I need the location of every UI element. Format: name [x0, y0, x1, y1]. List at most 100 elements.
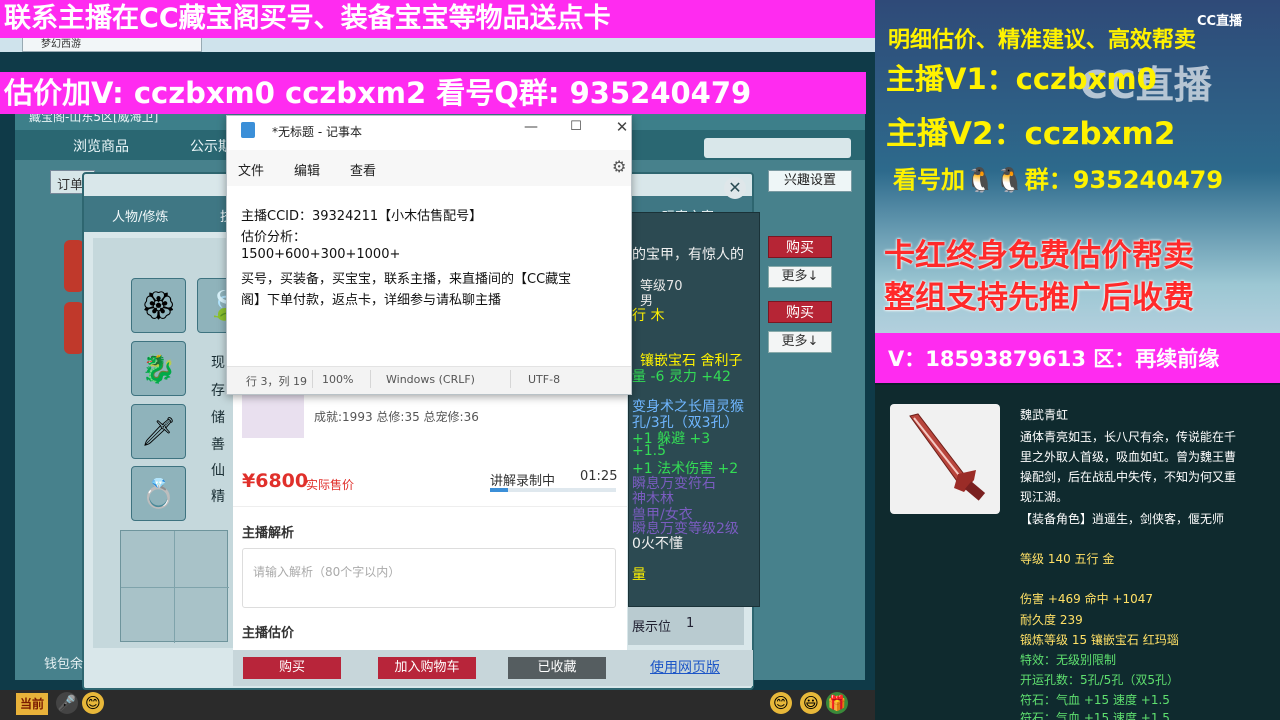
attribute-label: 现 [211, 355, 225, 371]
promo-line: 整组支持先推广后收费 [884, 280, 1194, 316]
screen: 梦幻西游 藏宝阁-山东5区[威海卫] 浏览商品 公示期 订单 兴趣设置 人物/修… [0, 0, 1280, 720]
notepad-line[interactable]: 阁】下单付款，返点卡，详细参与请私聊主播 [241, 289, 501, 308]
promo-line: 卡红终身免费估价帮卖 [884, 238, 1194, 274]
cc-logo: CC直播 [1197, 14, 1243, 29]
wallet-label: 钱包余 [44, 657, 84, 672]
close-icon[interactable]: ✕ [612, 118, 632, 136]
notepad-icon [241, 122, 255, 138]
line-ending: Windows (CRLF) [386, 373, 475, 386]
info-text: 0火不懂 [632, 536, 683, 552]
minimize-icon[interactable]: — [521, 119, 541, 135]
sword-icon [890, 404, 1000, 514]
maximize-icon[interactable]: ☐ [566, 119, 586, 134]
item-role: 【装备角色】逍遥生，剑侠客，偃无师 [1020, 512, 1225, 526]
notepad-line[interactable]: 1500+600+300+1000+ [241, 247, 400, 262]
tab-character[interactable]: 人物/修炼 [112, 206, 168, 225]
item-description: 操配剑，后在战乱中失传，不知为何又重 [1020, 470, 1237, 484]
add-to-cart-button[interactable]: 加入购物车 [378, 657, 476, 679]
buy-button[interactable]: 购买 [768, 236, 832, 258]
emoji-icon[interactable]: 😊 [82, 692, 104, 714]
item-description: 现江湖。 [1020, 490, 1069, 504]
inventory-grid[interactable] [120, 530, 229, 643]
nav-browse-goods[interactable]: 浏览商品 [73, 136, 129, 156]
info-text: 的宝甲，有惊人的 [632, 247, 744, 263]
analysis-title: 主播解析 [242, 526, 295, 541]
item-rune: 符石：气血 +15 速度 +1.5 [1020, 711, 1170, 720]
divider [510, 370, 511, 388]
recording-time: 01:25 [580, 469, 618, 484]
menu-view[interactable]: 查看 [350, 160, 376, 179]
notepad-line[interactable]: 买号，买装备，买宝宝，联系主播，来直播间的【CC藏宝 [241, 268, 631, 287]
recording-label: 讲解录制中 [490, 474, 556, 489]
equipment-slot-blade[interactable]: 🗡 [131, 404, 186, 459]
info-text: 量 [632, 567, 646, 583]
recording-progress-fill [490, 488, 508, 492]
current-channel-button[interactable]: 当前 [16, 693, 48, 715]
more-button[interactable]: 更多↓ [768, 266, 832, 288]
info-stat: 量 -6 灵力 +42 [632, 369, 731, 385]
item-name: 魏武青虹 [1020, 408, 1069, 422]
favorited-button[interactable]: 已收藏 [508, 657, 606, 679]
attribute-label: 善 [211, 437, 225, 453]
game-taskbar [0, 690, 875, 720]
gift-icon[interactable]: 🎁 [826, 692, 848, 714]
item-holes: 开运孔数：5孔/5孔（双5孔） [1020, 673, 1179, 687]
divider [312, 370, 313, 388]
microphone-icon[interactable]: 🎤 [56, 692, 78, 714]
cursor-position: 行 3，列 19 [246, 375, 307, 388]
avatar[interactable] [64, 302, 84, 354]
streamer-slogan: 明细估价、精准建议、高效帮卖 [888, 28, 1197, 53]
item-special: 特效：无级别限制 [1020, 653, 1117, 667]
notepad-menubar [227, 150, 631, 186]
more-button[interactable]: 更多↓ [768, 331, 832, 353]
info-stat: +1.5 [632, 443, 666, 459]
gear-icon[interactable]: ⚙ [612, 157, 626, 176]
streamer-contact-v1: 主播V1：cczbxm0 [886, 62, 1157, 96]
info-element: 行 木 [632, 308, 665, 324]
recording-progress [490, 488, 616, 492]
attribute-label: 精 [211, 489, 225, 505]
equipment-slot-bracelet[interactable]: 💍 [131, 466, 186, 521]
buy-button[interactable]: 购买 [768, 301, 832, 323]
equipment-slot-ring[interactable]: 🏵 [131, 278, 186, 333]
browser-tab[interactable]: 梦幻西游 [22, 37, 202, 52]
close-icon[interactable]: ✕ [724, 177, 746, 199]
emoji-icon[interactable]: 😊 [770, 692, 792, 714]
price-label: 实际售价 [306, 478, 355, 492]
interest-settings-button[interactable]: 兴趣设置 [768, 170, 852, 192]
attribute-label: 仙 [211, 463, 225, 479]
avatar [242, 390, 304, 438]
emoji-icon[interactable]: 😃 [800, 692, 822, 714]
price: ¥6800 [242, 470, 309, 492]
item-rune: 符石：气血 +15 速度 +1.5 [1020, 693, 1170, 707]
use-web-version-link[interactable]: 使用网页版 [650, 657, 720, 679]
divider [370, 370, 371, 388]
attribute-label: 存 [211, 383, 225, 399]
divider [233, 506, 627, 507]
notepad-line[interactable]: 主播CCID：39324211【小木估售配号】 [241, 205, 482, 224]
item-description: 里之外取人首级，吸血如虹。曾为魏王曹 [1020, 450, 1237, 464]
equipment-slot-armor[interactable]: 🐉 [131, 341, 186, 396]
item-damage: 伤害 +469 命中 +1047 [1020, 592, 1153, 606]
character-stats: 成就:1993 总修:35 总宠修:36 [314, 410, 479, 424]
qq-group: 看号加🐧🐧群：935240479 [893, 166, 1224, 194]
contact-banner: 估价加V: cczbxm0 cczbxm2 看号Q群: 935240479 [0, 72, 866, 114]
item-forge: 锻炼等级 15 镶嵌宝石 红玛瑙 [1020, 633, 1179, 647]
analysis-input[interactable]: 请输入解析（80个字以内） [242, 548, 616, 608]
phone-server-info: V：18593879613 区：再续前缘 [888, 347, 1220, 371]
menu-file[interactable]: 文件 [238, 160, 264, 179]
streamer-contact-v2: 主播V2：cczbxm2 [886, 116, 1176, 152]
menu-edit[interactable]: 编辑 [294, 160, 320, 179]
game-search-input[interactable] [704, 138, 851, 158]
item-description: 通体青亮如玉，长八尺有余，传说能在千 [1020, 430, 1237, 444]
encoding: UTF-8 [528, 373, 561, 386]
item-level: 等级 140 五行 金 [1020, 552, 1115, 566]
promo-banner: 联系主播在CC藏宝阁买号、装备宝宝等物品送点卡 [0, 0, 878, 38]
notepad-line[interactable]: 估价分析： [241, 226, 306, 245]
show-position-label: 展示位 [632, 620, 672, 635]
avatar[interactable] [64, 240, 84, 292]
attribute-label: 储 [211, 410, 225, 426]
buy-button[interactable]: 购买 [243, 657, 341, 679]
notepad-title: *无标题 - 记事本 [272, 125, 362, 139]
item-durability: 耐久度 239 [1020, 613, 1083, 627]
